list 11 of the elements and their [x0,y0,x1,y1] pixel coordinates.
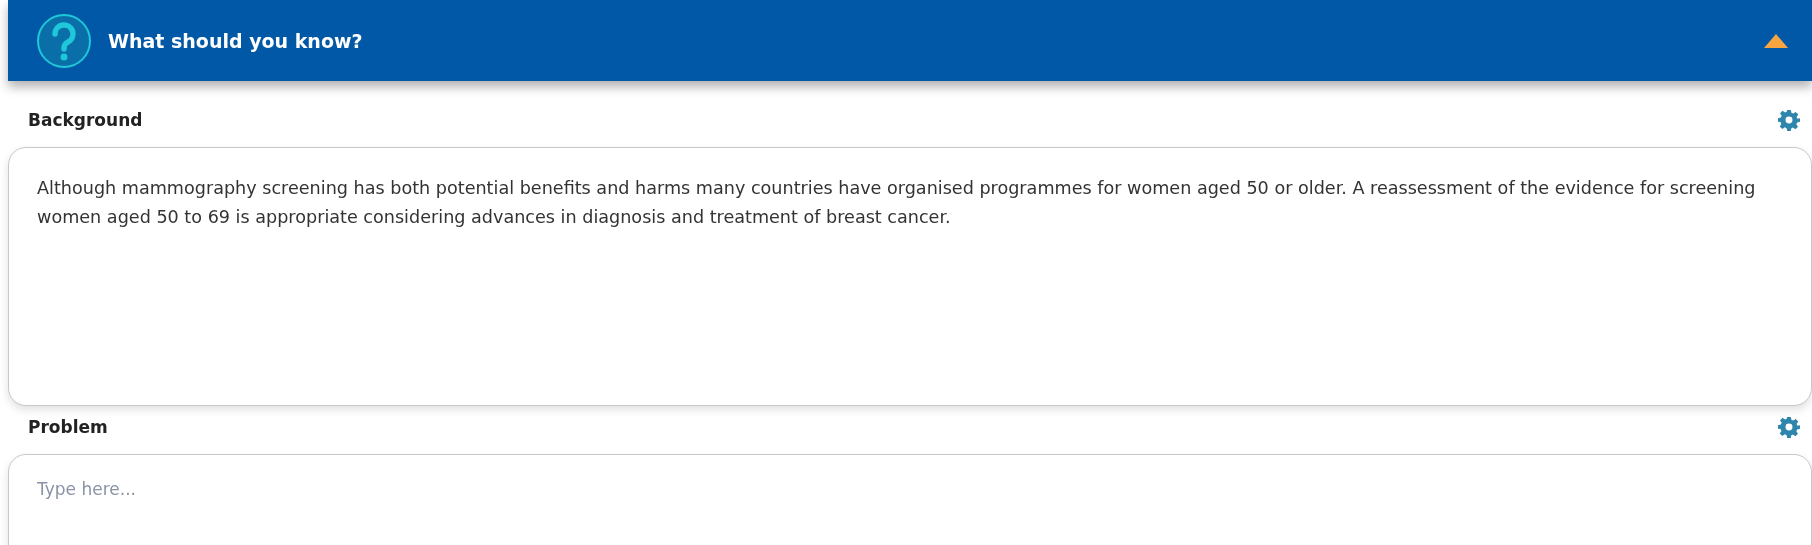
settings-icon[interactable] [1778,416,1800,438]
settings-icon[interactable] [1778,109,1800,131]
panel-header[interactable]: What should you know? [8,0,1812,81]
section-label: Problem [28,417,108,437]
input-field[interactable]: Type here... [8,454,1812,545]
section-label: Background [28,110,143,130]
panel-title: What should you know? [108,29,364,52]
caret-icon[interactable] [1764,33,1788,48]
background-text: Although mammography screening has both potential benefits and harms many countries have organised programmes for women aged 50 or older. A reassessment of the evidence for screening women aged 50 to 69 is appropriate considering advances in diagnosis and treatment of breast cancer. [37,177,1757,229]
text-area[interactable] [8,147,1812,406]
question-icon [36,12,92,69]
